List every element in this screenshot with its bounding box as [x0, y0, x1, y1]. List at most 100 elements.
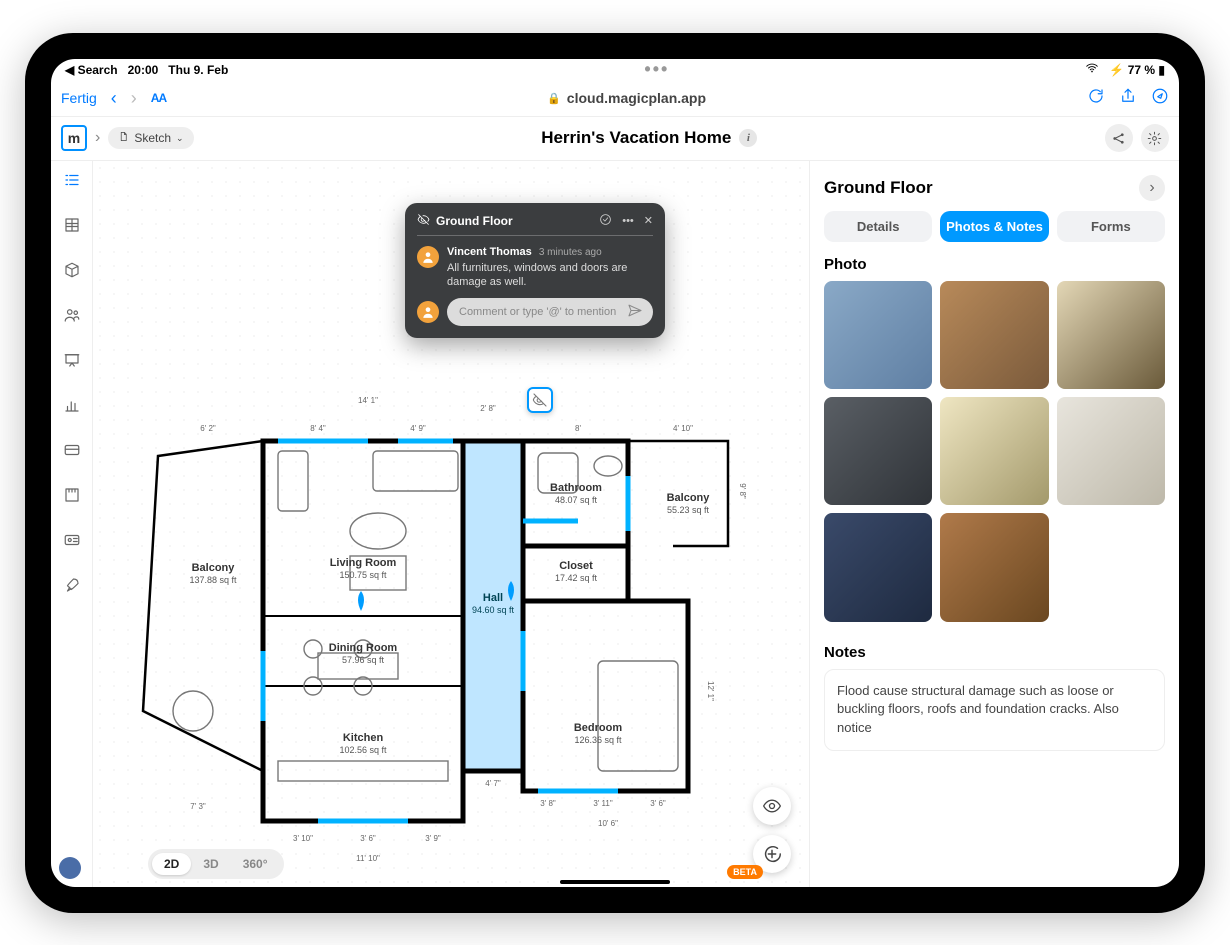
- app-header: m › Sketch ⌄ Herrin's Vacation Home i: [51, 117, 1179, 161]
- browser-done[interactable]: Fertig: [61, 90, 97, 106]
- share-icon[interactable]: [1119, 87, 1137, 110]
- cube-icon[interactable]: [63, 261, 81, 284]
- resolve-icon[interactable]: [599, 213, 612, 229]
- safari-toolbar: Fertig ‹ › AA 🔒 cloud.magicplan.app: [51, 81, 1179, 117]
- svg-text:Bathroom: Bathroom: [550, 482, 602, 494]
- svg-text:17.42 sq ft: 17.42 sq ft: [555, 573, 598, 583]
- right-panel: Ground Floor › Details Photos & Notes Fo…: [809, 161, 1179, 887]
- svg-text:48.07 sq ft: 48.07 sq ft: [555, 495, 598, 505]
- svg-text:8': 8': [575, 424, 581, 433]
- svg-text:10' 6": 10' 6": [598, 819, 618, 828]
- svg-text:Dining Room: Dining Room: [329, 642, 398, 654]
- tab-photos-notes[interactable]: Photos & Notes: [940, 211, 1048, 242]
- floorplan-drawing[interactable]: Balcony 137.88 sq ft Living Room 150.75 …: [118, 391, 758, 881]
- sketch-dropdown[interactable]: Sketch ⌄: [108, 127, 193, 149]
- svg-text:Kitchen: Kitchen: [343, 732, 384, 744]
- photo-thumb[interactable]: [940, 513, 1048, 621]
- comment-input[interactable]: Comment or type '@' to mention: [447, 298, 653, 326]
- comment-placeholder: Comment or type '@' to mention: [459, 306, 616, 318]
- floorplan-canvas[interactable]: Ground Floor ••• ✕ Vincent T: [93, 161, 809, 887]
- text-size[interactable]: AA: [151, 91, 166, 105]
- tab-details[interactable]: Details: [824, 211, 932, 242]
- battery-icon: ⚡ 77 % ▮: [1109, 63, 1165, 77]
- browser-forward: ›: [131, 88, 137, 109]
- comment-author: Vincent Thomas: [447, 246, 532, 258]
- svg-text:7' 3": 7' 3": [190, 802, 206, 811]
- multitask-dots[interactable]: •••: [644, 59, 669, 80]
- chevron-down-icon: ⌄: [176, 133, 184, 144]
- document-icon: [118, 131, 129, 145]
- status-date: Thu 9. Feb: [168, 63, 228, 77]
- project-title-row: Herrin's Vacation Home i: [541, 128, 757, 148]
- photo-thumb[interactable]: [940, 397, 1048, 505]
- svg-text:2' 8": 2' 8": [480, 404, 496, 413]
- chart-icon[interactable]: [63, 396, 81, 419]
- comment-popup: Ground Floor ••• ✕ Vincent T: [405, 203, 665, 339]
- svg-text:12' 1": 12' 1": [706, 681, 715, 701]
- tab-forms[interactable]: Forms: [1057, 211, 1165, 242]
- svg-text:57.96 sq ft: 57.96 sq ft: [342, 655, 385, 665]
- outline-icon[interactable]: [63, 171, 81, 194]
- view-mode-toggle[interactable]: 2D 3D 360°: [148, 849, 284, 879]
- browser-back[interactable]: ‹: [111, 88, 117, 109]
- share-project-button[interactable]: [1105, 124, 1133, 152]
- url-bar[interactable]: 🔒 cloud.magicplan.app: [547, 90, 706, 106]
- comment-avatar: [417, 246, 439, 268]
- id-icon[interactable]: [63, 531, 81, 554]
- rocket-icon[interactable]: [63, 576, 81, 599]
- notes-heading: Notes: [824, 644, 1165, 661]
- measure-icon[interactable]: [63, 486, 81, 509]
- app-logo[interactable]: m: [61, 125, 87, 151]
- svg-text:9' 8": 9' 8": [738, 483, 747, 499]
- send-icon[interactable]: [627, 303, 643, 322]
- settings-button[interactable]: [1141, 124, 1169, 152]
- svg-text:94.60 sq ft: 94.60 sq ft: [472, 605, 515, 615]
- view-3d[interactable]: 3D: [191, 853, 230, 875]
- home-indicator[interactable]: [560, 880, 670, 884]
- notes-body: Flood cause structural damage such as lo…: [837, 683, 1119, 736]
- svg-text:14' 1": 14' 1": [358, 396, 378, 405]
- photo-thumb[interactable]: [1057, 281, 1165, 389]
- photo-thumb[interactable]: [824, 281, 932, 389]
- project-title[interactable]: Herrin's Vacation Home: [541, 128, 731, 148]
- view-360[interactable]: 360°: [231, 853, 280, 875]
- visibility-button[interactable]: [753, 787, 791, 825]
- view-2d[interactable]: 2D: [152, 853, 191, 875]
- svg-text:Living Room: Living Room: [330, 557, 397, 569]
- svg-text:4' 9": 4' 9": [410, 424, 426, 433]
- svg-text:3' 6": 3' 6": [650, 799, 666, 808]
- presentation-icon[interactable]: [63, 351, 81, 374]
- reload-icon[interactable]: [1087, 87, 1105, 110]
- user-avatar[interactable]: [59, 857, 81, 879]
- photo-heading: Photo: [824, 256, 1165, 273]
- notes-card[interactable]: Flood cause structural damage such as lo…: [824, 669, 1165, 752]
- svg-text:Balcony: Balcony: [667, 492, 711, 504]
- more-icon[interactable]: •••: [622, 215, 634, 227]
- photo-thumb[interactable]: [824, 513, 932, 621]
- grid-icon[interactable]: [63, 216, 81, 239]
- svg-text:4' 10": 4' 10": [673, 424, 693, 433]
- collapse-panel-button[interactable]: ›: [1139, 175, 1165, 201]
- card-icon[interactable]: [63, 441, 81, 464]
- compass-icon[interactable]: [1151, 87, 1169, 110]
- svg-text:Bedroom: Bedroom: [574, 722, 623, 734]
- svg-text:4' 7": 4' 7": [485, 779, 501, 788]
- svg-text:3' 6": 3' 6": [360, 834, 376, 843]
- svg-text:3' 9": 3' 9": [425, 834, 441, 843]
- photo-thumb[interactable]: [1057, 397, 1165, 505]
- svg-text:3' 11": 3' 11": [593, 799, 613, 808]
- close-icon[interactable]: ✕: [644, 214, 653, 227]
- beta-badge: BETA: [727, 865, 763, 879]
- logo-chevron-icon[interactable]: ›: [95, 129, 100, 147]
- team-icon[interactable]: [63, 306, 81, 329]
- info-icon[interactable]: i: [739, 129, 757, 147]
- comment-body: All furnitures, windows and doors are da…: [447, 261, 653, 291]
- svg-text:3' 10": 3' 10": [293, 834, 313, 843]
- photo-thumb[interactable]: [824, 397, 932, 505]
- svg-text:Balcony: Balcony: [192, 562, 236, 574]
- svg-text:102.56 sq ft: 102.56 sq ft: [339, 745, 387, 755]
- comment-popup-title: Ground Floor: [436, 214, 513, 228]
- status-back-search[interactable]: ◀ Search: [65, 63, 118, 77]
- left-toolbar: [51, 161, 93, 887]
- photo-thumb[interactable]: [940, 281, 1048, 389]
